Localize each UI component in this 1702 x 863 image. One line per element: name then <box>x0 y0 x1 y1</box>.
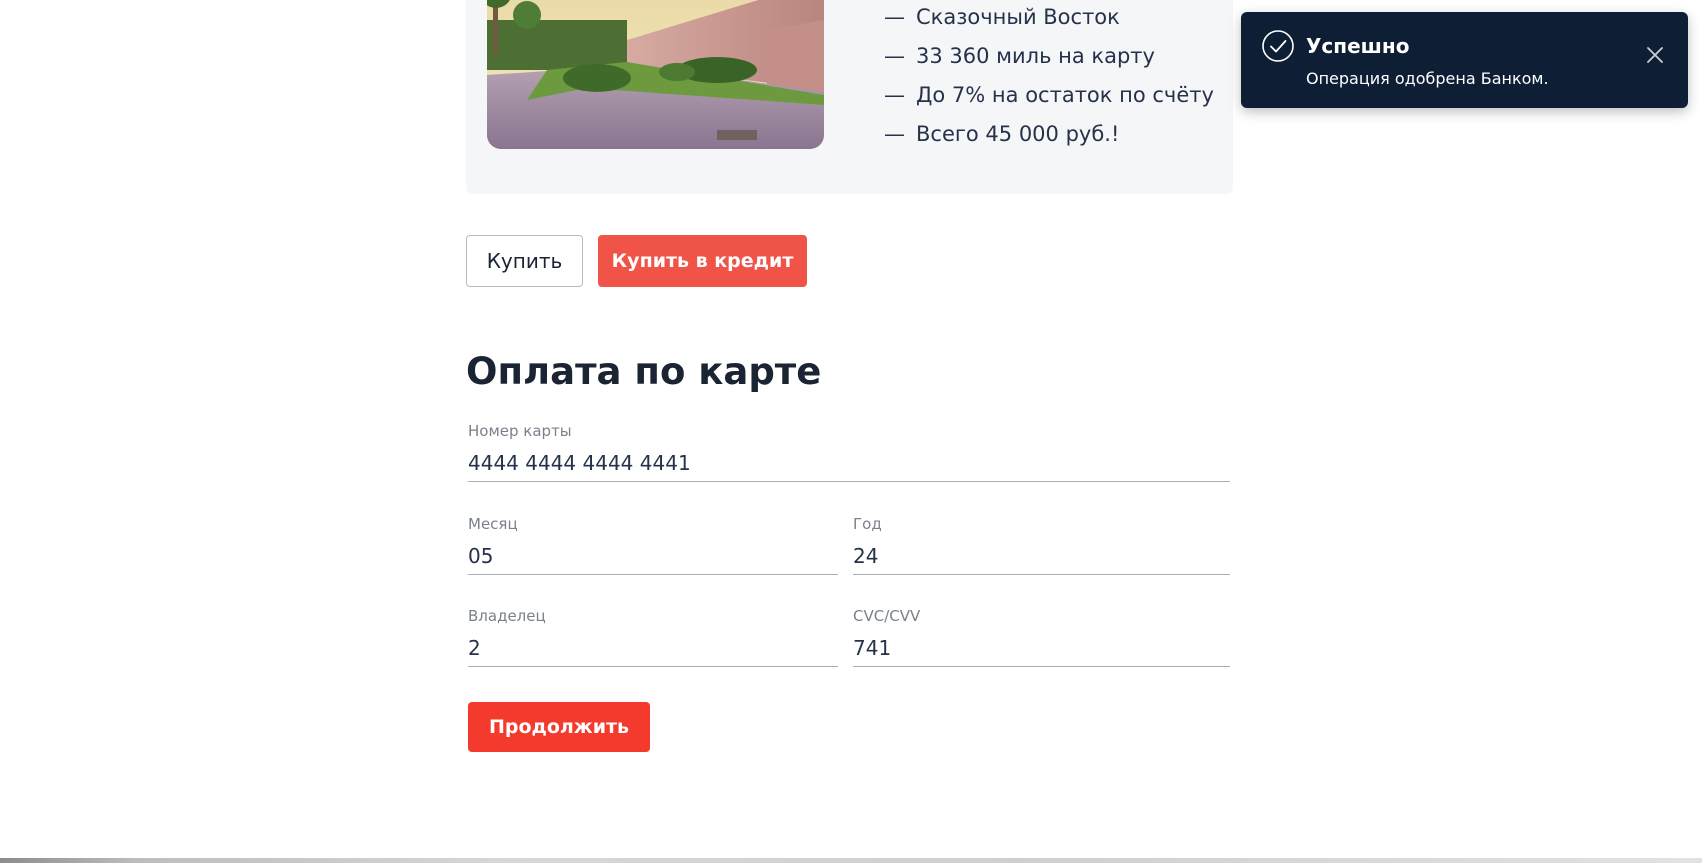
cvc-label: CVC/CVV <box>853 607 921 625</box>
feature-item: — 33 360 миль на карту <box>884 39 1214 78</box>
success-notification: Успешно Операция одобрена Банком. <box>1241 12 1688 108</box>
horizontal-scrollbar[interactable] <box>0 858 1702 863</box>
page: — Сказочный Восток —33 360 миль на карту … <box>0 0 1702 863</box>
card-number-input[interactable] <box>468 445 1230 482</box>
card-number-field: Номер карты <box>468 422 1230 482</box>
buy-button[interactable]: Купить <box>466 235 583 287</box>
notification-message: Операция одобрена Банком. <box>1306 69 1549 88</box>
owner-field: Владелец <box>468 607 838 667</box>
year-field: Год <box>853 515 1230 575</box>
cvc-field: CVC/CVV <box>853 607 1230 667</box>
buy-in-credit-button[interactable]: Купить в кредит <box>598 235 807 287</box>
feature-text: До 7% на остаток по счёту <box>916 83 1214 107</box>
feature-item: — Всего 45 000 руб.! <box>884 117 1214 156</box>
offer-card: — Сказочный Восток —33 360 миль на карту … <box>466 0 1233 194</box>
month-input[interactable] <box>468 538 838 575</box>
cvc-input[interactable] <box>853 630 1230 667</box>
notification-title: Успешно <box>1306 34 1410 58</box>
bullet-dash: — <box>884 44 905 68</box>
month-field: Месяц <box>468 515 838 575</box>
offer-photo <box>487 0 824 149</box>
bullet-dash: — <box>884 122 905 146</box>
feature-text: Всего 45 000 руб.! <box>916 122 1120 146</box>
owner-input[interactable] <box>468 630 838 667</box>
feature-text: Сказочный Восток <box>916 5 1120 29</box>
bullet-dash: — <box>884 83 905 107</box>
year-input[interactable] <box>853 538 1230 575</box>
continue-button[interactable]: Продолжить <box>468 702 650 752</box>
offer-features: — Сказочный Восток —33 360 миль на карту … <box>884 0 1214 156</box>
close-icon[interactable] <box>1644 44 1666 66</box>
payment-title: Оплата по карте <box>466 350 822 393</box>
check-circle-icon <box>1262 30 1294 62</box>
bullet-dash: — <box>884 5 905 29</box>
feature-item: — До 7% на остаток по счёту <box>884 78 1214 117</box>
card-number-label: Номер карты <box>468 422 572 440</box>
owner-label: Владелец <box>468 607 546 625</box>
feature-text: 33 360 миль на карту <box>916 44 1155 68</box>
feature-item: — Сказочный Восток <box>884 0 1214 39</box>
year-label: Год <box>853 515 882 533</box>
month-label: Месяц <box>468 515 518 533</box>
